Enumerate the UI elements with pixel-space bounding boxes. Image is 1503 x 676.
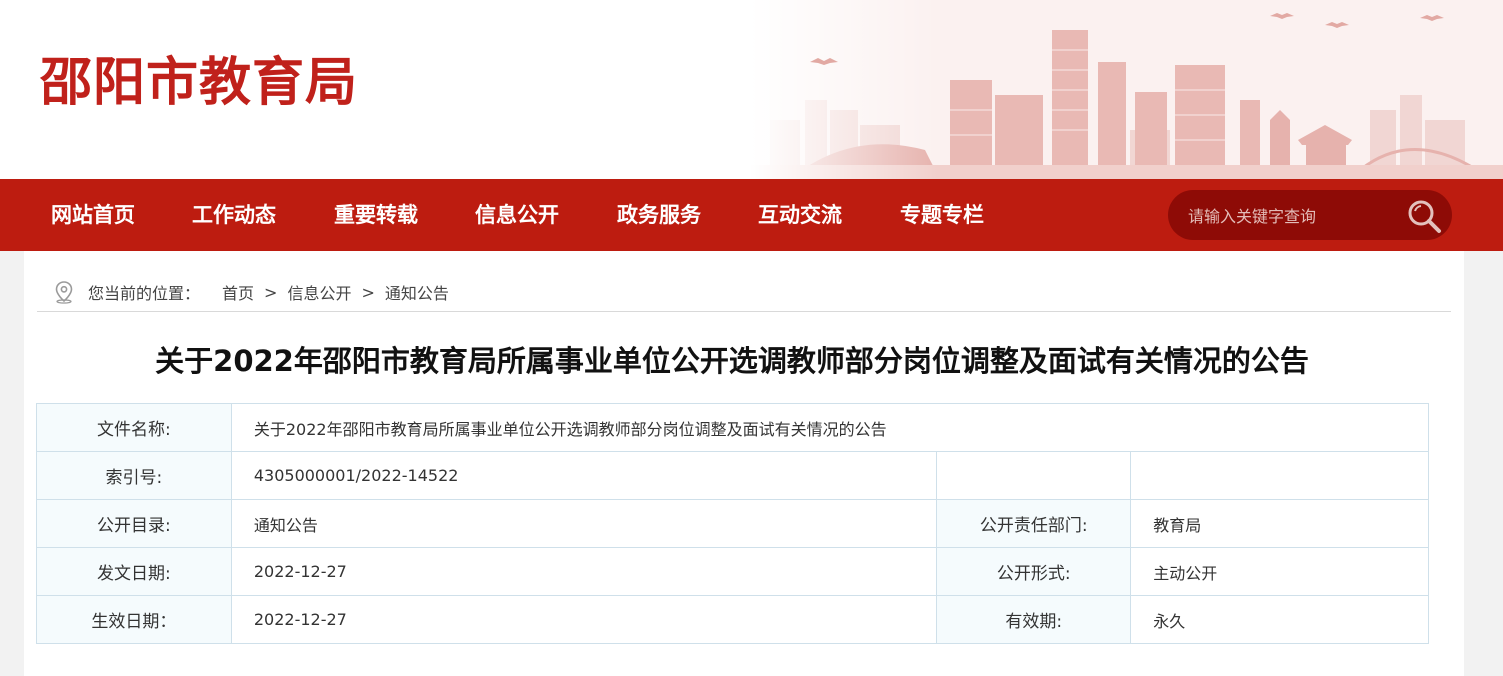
table-row: 生效日期： 2022-12-27 有效期: 永久 [36,595,1429,644]
breadcrumb-separator: > [361,282,375,302]
nav-item-gov-services[interactable]: 政务服务 [617,179,701,251]
file-name-value: 关于2022年邵阳市教育局所属事业单位公开选调教师部分岗位调整及面试有关情况的公… [230,403,1430,452]
validity-value: 永久 [1130,595,1429,644]
catalog-value: 通知公告 [230,499,938,548]
dept-label: 公开责任部门: [936,499,1132,548]
catalog-label: 公开目录: [36,499,232,548]
document-meta-table: 文件名称: 关于2022年邵阳市教育局所属事业单位公开选调教师部分岗位调整及面试… [36,403,1430,644]
article-title: 关于2022年邵阳市教育局所属事业单位公开选调教师部分岗位调整及面试有关情况的公… [155,344,1309,378]
nav-item-home[interactable]: 网站首页 [51,179,135,251]
dept-value: 教育局 [1130,499,1429,548]
breadcrumb-label: 您当前的位置： [88,284,201,303]
validity-label: 有效期: [936,595,1132,644]
search-input[interactable] [1186,202,1390,230]
site-header: 邵阳市教育局 [0,0,1503,179]
nav-item-reprints[interactable]: 重要转载 [334,179,418,251]
city-skyline-illustration [750,0,1503,179]
form-value: 主动公开 [1130,547,1429,596]
table-row: 索引号: 4305000001/2022-14522 [36,451,1429,500]
breadcrumb-notices[interactable]: 通知公告 [385,280,449,304]
breadcrumb-home[interactable]: 首页 [222,280,254,304]
nav-item-info-disclosure[interactable]: 信息公开 [475,179,559,251]
location-pin-icon [55,281,73,304]
divider [37,311,1451,312]
breadcrumb: 您当前的位置： 首页 > 信息公开 > 通知公告 [52,278,449,306]
nav-item-interaction[interactable]: 互动交流 [758,179,842,251]
breadcrumb-separator: > [264,282,278,302]
table-row: 文件名称: 关于2022年邵阳市教育局所属事业单位公开选调教师部分岗位调整及面试… [36,403,1430,452]
effective-date-label: 生效日期： [36,595,232,644]
empty-cell [936,451,1132,500]
nav-item-work-news[interactable]: 工作动态 [192,179,276,251]
effective-date-value: 2022-12-27 [230,595,938,644]
breadcrumb-info-disclosure[interactable]: 信息公开 [287,280,351,304]
form-label: 公开形式: [936,547,1132,596]
site-logo[interactable]: 邵阳市教育局 [40,40,358,115]
issue-date-label: 发文日期: [36,547,232,596]
search-icon[interactable] [1406,198,1442,234]
table-row: 公开目录: 通知公告 公开责任部门: 教育局 [36,499,1429,548]
empty-cell [1130,451,1429,500]
index-label: 索引号: [36,451,232,500]
issue-date-value: 2022-12-27 [230,547,938,596]
table-row: 发文日期: 2022-12-27 公开形式: 主动公开 [36,547,1429,596]
nav-item-special-topics[interactable]: 专题专栏 [900,179,984,251]
file-name-label: 文件名称: [36,403,232,452]
index-value: 4305000001/2022-14522 [230,451,938,500]
